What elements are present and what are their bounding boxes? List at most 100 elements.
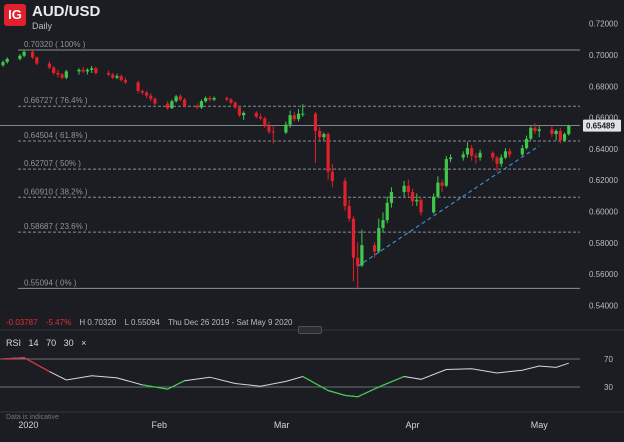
candle-body — [347, 206, 351, 219]
last-price-value: 0.65489 — [586, 122, 615, 131]
candle-body — [267, 126, 271, 132]
candle-body — [174, 96, 178, 102]
chart-title: AUD/USD — [32, 3, 101, 20]
candle-body — [326, 134, 330, 172]
candle-body — [508, 151, 512, 155]
candle-body — [491, 152, 495, 158]
candle-body — [5, 58, 9, 63]
candle-body — [499, 157, 503, 164]
candle-body — [81, 69, 85, 72]
candle-body — [537, 129, 541, 131]
rsi-param-period: 14 — [28, 338, 39, 348]
candle-body — [149, 95, 153, 99]
candle-body — [64, 71, 68, 78]
candle-body — [170, 101, 174, 109]
candle-body — [448, 157, 453, 160]
candle-body — [356, 257, 360, 266]
candle-body — [432, 196, 436, 213]
fib-level-label: 0.58687 ( 23.6% ) — [24, 222, 88, 231]
y-tick-label: 0.60000 — [589, 208, 618, 217]
candle-body — [208, 98, 212, 100]
candle-body — [263, 118, 267, 127]
candle-body — [178, 96, 182, 100]
x-tick-label: 2020 — [18, 420, 38, 430]
candle-body — [465, 148, 470, 155]
ig-logo: IG — [4, 4, 26, 26]
candle-body — [35, 57, 39, 64]
candle-body — [90, 68, 94, 70]
rsi-oversold-segment — [167, 380, 185, 390]
candle-body — [52, 67, 56, 73]
chart-subtitle: Daily — [32, 21, 53, 31]
pane-resize-handle[interactable] — [298, 326, 322, 334]
low-value: L 0.55094 — [124, 318, 160, 327]
fib-level-label: 0.66727 ( 76.4% ) — [24, 96, 88, 105]
candle-body — [381, 220, 385, 228]
candle-body — [318, 130, 322, 138]
candle-body — [288, 115, 292, 125]
candle-body — [144, 92, 149, 96]
chart: 0.70320 ( 100% ) 0.66727 ( 76.4% ) 0.64504… — [0, 0, 624, 437]
candle-body — [111, 74, 115, 78]
y-tick-label: 0.68000 — [589, 82, 618, 91]
candle-body — [212, 98, 216, 100]
candle-body — [1, 62, 5, 66]
candle-body — [292, 115, 296, 120]
candle-body — [136, 82, 140, 91]
rsi-oversold-segment — [327, 389, 346, 396]
candle-body — [554, 130, 558, 135]
fib-level-label: 0.64504 ( 61.8% ) — [24, 131, 88, 140]
candle-body — [533, 127, 537, 131]
y-tick-label: 0.64000 — [589, 145, 618, 154]
chart-svg: 0.70320 ( 100% ) 0.66727 ( 76.4% ) 0.64504… — [0, 20, 624, 430]
candle-body — [94, 68, 98, 73]
candle-body — [166, 103, 170, 109]
candle-body — [529, 127, 533, 139]
candle-body — [351, 218, 356, 258]
candle-body — [22, 51, 26, 56]
candle-body — [182, 99, 187, 106]
candle-body — [524, 138, 529, 149]
candle-body — [389, 191, 394, 203]
candle-body — [119, 76, 123, 81]
date-range: Thu Dec 26 2019 - Sat May 9 2020 — [167, 318, 293, 327]
candle-body — [77, 69, 81, 72]
candle-body — [550, 129, 554, 135]
candle-body — [406, 185, 410, 192]
candle-body — [558, 130, 562, 141]
candle-body — [254, 112, 258, 117]
y-tick-label: 0.62000 — [589, 176, 618, 185]
fib-level-label: 0.60910 ( 38.2% ) — [24, 187, 88, 196]
candle-body — [85, 69, 90, 72]
y-tick-label: 0.58000 — [589, 239, 618, 248]
rsi-legend: RSI 14 70 30 × — [6, 338, 91, 348]
candle-body — [470, 148, 474, 156]
y-tick-label: 0.56000 — [589, 270, 618, 279]
candle-body — [478, 152, 482, 158]
change-value: -0.03787 — [6, 318, 38, 327]
y-tick-label: 0.72000 — [589, 20, 618, 29]
candle-body — [415, 199, 419, 202]
candle-body — [284, 124, 288, 133]
candle-body — [115, 76, 119, 78]
candle-body — [343, 181, 347, 207]
candle-body — [47, 63, 52, 68]
candle-body — [60, 74, 64, 78]
x-tick-label: Feb — [151, 420, 167, 430]
disclaimer: Data is indicative — [6, 414, 59, 421]
candle-body — [242, 112, 246, 116]
rsi-overbought-segment — [23, 357, 50, 373]
candle-body — [106, 72, 111, 75]
x-tick-label: Mar — [274, 420, 290, 430]
candle-body — [495, 157, 499, 164]
candle-body — [18, 55, 22, 59]
candle-body — [436, 182, 440, 197]
rsi-oversold-segment — [378, 375, 405, 388]
rsi-line — [2, 357, 569, 398]
candle-body — [562, 134, 567, 141]
candle-body — [567, 125, 571, 135]
candle-body — [410, 191, 415, 202]
candle-body — [296, 113, 301, 120]
close-icon[interactable]: × — [81, 338, 86, 348]
candle-body — [419, 199, 423, 213]
